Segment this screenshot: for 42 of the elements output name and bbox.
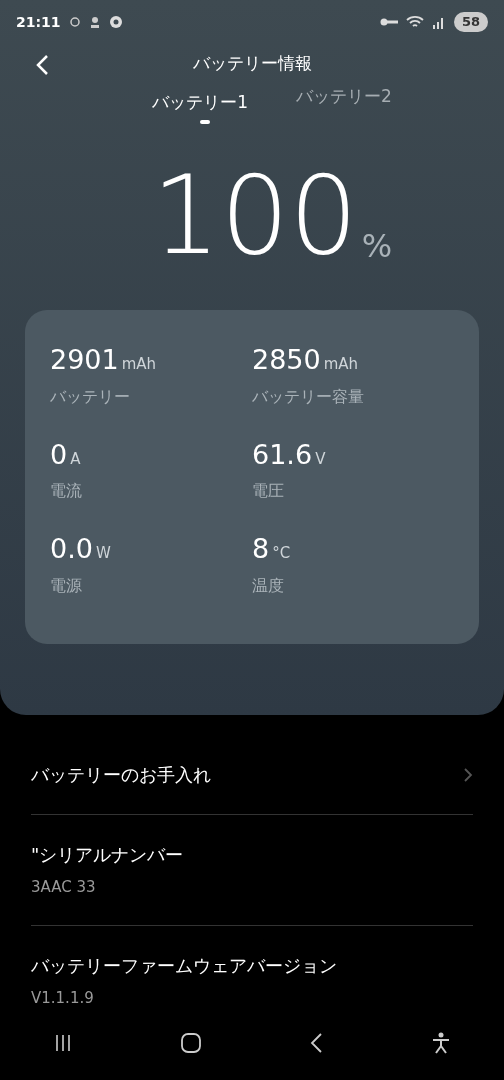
percent-unit: % [361, 226, 393, 268]
stat-label: 電源 [50, 574, 83, 597]
signal-icon [431, 15, 446, 29]
battery-indicator: 58 [453, 12, 488, 32]
chevron-icon [463, 766, 473, 783]
stat-label: バッテリー容量 [252, 385, 365, 408]
tab-indicator [200, 120, 211, 125]
page-title: バッテリー情報 [192, 52, 312, 76]
info-value: V1.1.1.9 [31, 987, 95, 1009]
stat-value: 61.6 [252, 437, 313, 472]
back-icon[interactable] [308, 1032, 325, 1054]
stat-value: 8 [252, 532, 270, 567]
info-title: "シリアルナンバー [31, 843, 185, 867]
clock-time: 21:11 [16, 12, 61, 32]
accessibility-icon[interactable] [430, 1032, 451, 1054]
stat-label: 電圧 [252, 480, 285, 503]
notification-icon [68, 15, 81, 29]
battery-care-row[interactable]: バッテリーのお手入れ [31, 735, 473, 815]
home-icon[interactable] [179, 1032, 202, 1054]
stat-unit: mAh [323, 354, 359, 376]
stat-label: 電流 [50, 480, 83, 503]
stat-unit: V [315, 448, 326, 470]
stat-label: バッテリー [50, 385, 131, 408]
stat-unit: A [70, 448, 81, 470]
info-value: 3AAC 33 [31, 877, 97, 898]
wifi-icon [405, 15, 424, 29]
stat-label: 温度 [252, 574, 285, 597]
battery-percentage: 100 [151, 162, 358, 271]
stat-value: 2901 [50, 343, 119, 378]
stat-unit: °C [272, 543, 291, 565]
stat-value: 0.0 [50, 532, 93, 567]
stat-value: 0 [50, 437, 68, 472]
stat-value: 2850 [252, 343, 321, 378]
tab[interactable]: バッテリー2 [296, 80, 392, 113]
tab[interactable]: バッテリー1 [152, 92, 248, 113]
key-icon [379, 17, 398, 27]
stat-unit: mAh [121, 354, 157, 376]
back-icon[interactable] [35, 54, 49, 76]
notification-icon [88, 15, 101, 29]
info-title: バッテリーファームウェアバージョン [31, 953, 338, 978]
browser-icon [108, 15, 123, 29]
stat-unit: W [95, 543, 111, 565]
